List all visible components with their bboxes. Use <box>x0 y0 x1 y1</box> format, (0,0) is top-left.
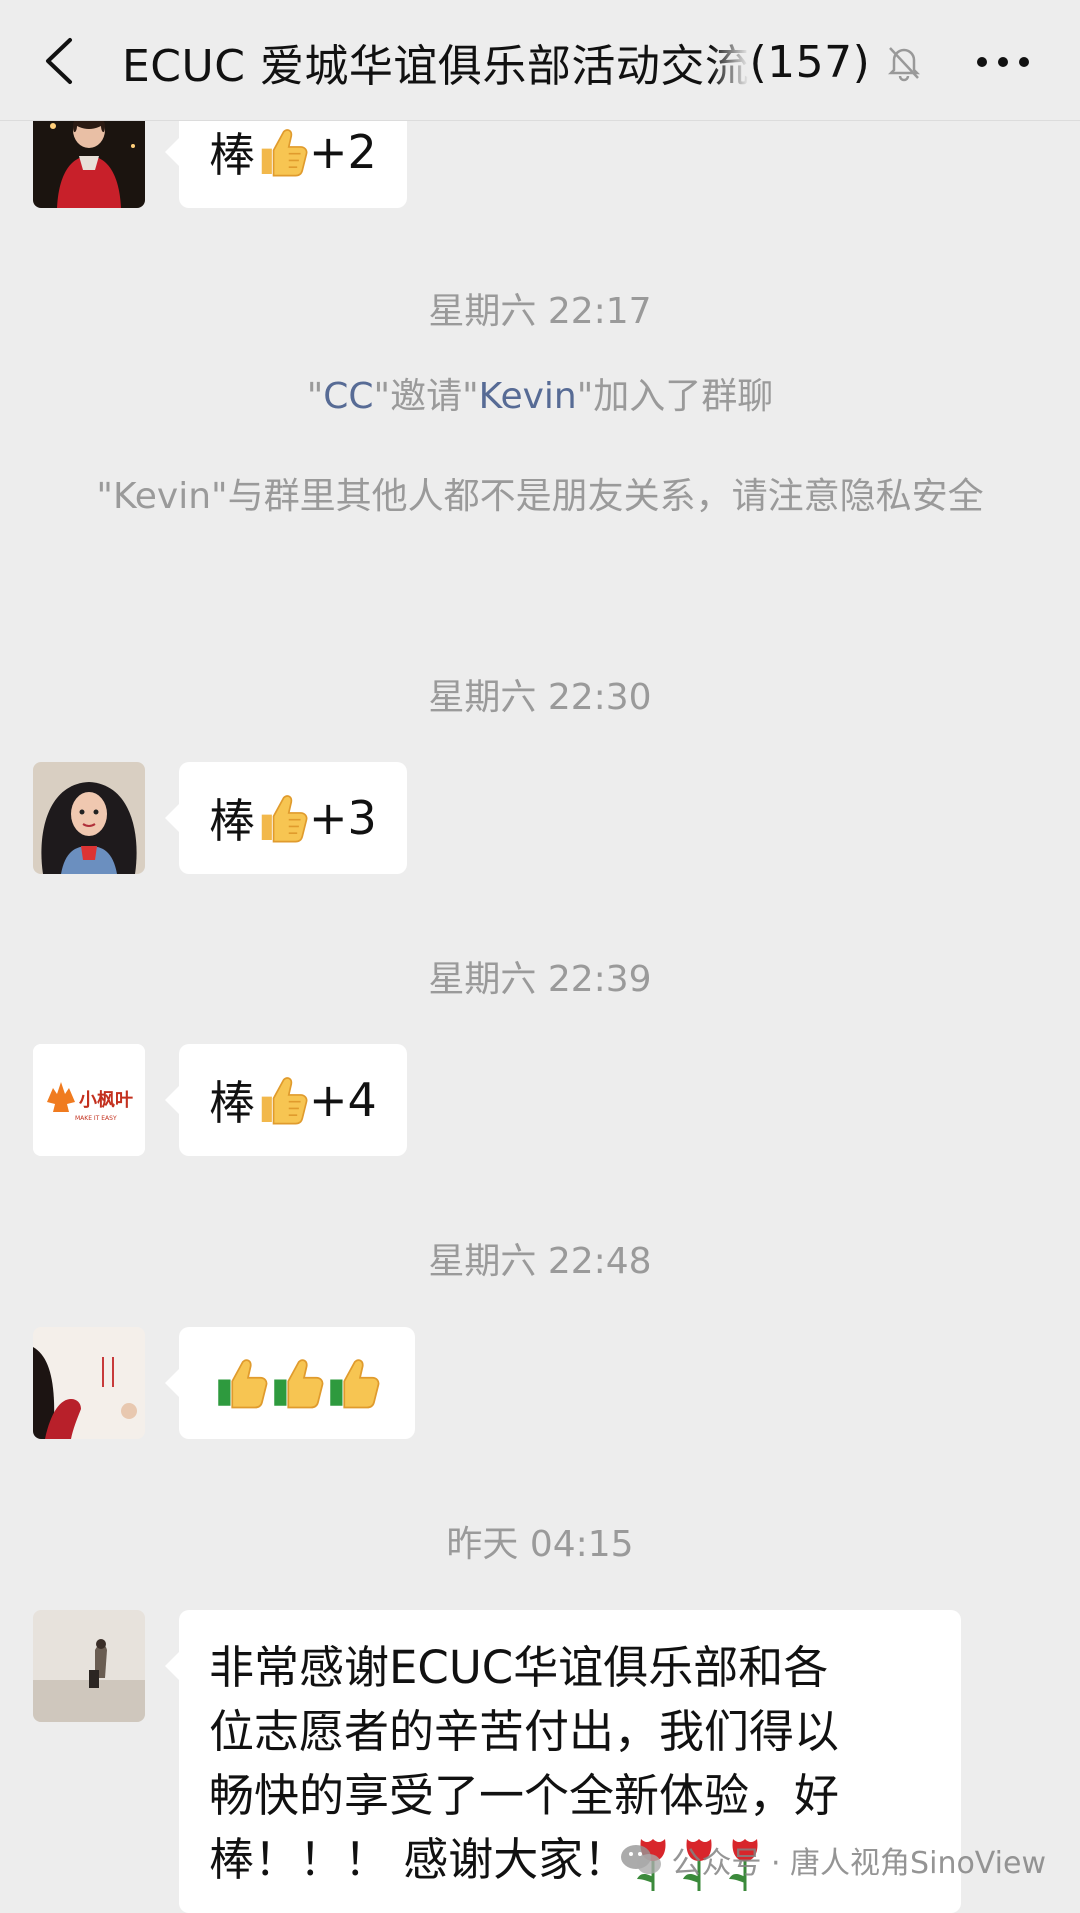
message-text: 棒 <box>209 128 255 182</box>
system-privacy-notice: "Kevin"与群里其他人都不是朋友关系，请注意隐私安全 <box>96 476 984 517</box>
watermark: 公众号 · 唐人视角SinoView <box>619 1838 1046 1882</box>
maple-leaf-logo: 小枫叶 MAKE IT EASY <box>33 1044 145 1156</box>
message-text: 棒 <box>209 1076 255 1130</box>
chat-title: ECUC 爱城华谊俱乐部活动交流 (157) <box>122 32 922 93</box>
thumbs-up-icon <box>255 125 309 179</box>
watermark-text: 公众号 · 唐人视角SinoView <box>671 1846 1046 1881</box>
thumbs-up-icon <box>330 1359 380 1409</box>
thumbs-up-icon <box>255 1073 309 1127</box>
member-count: (157) <box>749 36 871 88</box>
inviter-name[interactable]: CC <box>323 376 373 417</box>
system-invite-notice: "CC"邀请"Kevin"加入了群聊 <box>306 376 774 417</box>
message-line: 位志愿者的辛苦付出，我们得以 <box>209 1705 840 1758</box>
message-suffix: +4 <box>309 1073 377 1127</box>
timestamp: 星期六 22:17 <box>428 291 652 332</box>
message-bubble[interactable]: 棒 +3 <box>165 762 407 874</box>
logo-subtext: MAKE IT EASY <box>75 1115 117 1122</box>
group-name: ECUC 爱城华谊俱乐部活动交流 <box>122 41 750 92</box>
thumbs-up-icon <box>255 791 309 845</box>
bell-slash-icon <box>887 47 921 82</box>
message-row <box>33 1327 415 1439</box>
logo-text: 小枫叶 <box>79 1089 133 1111</box>
message-line: 棒！！！ 感谢大家！ <box>209 1833 629 1886</box>
timestamp: 昨天 04:15 <box>446 1524 634 1565</box>
avatar[interactable]: 小枫叶 MAKE IT EASY <box>33 1044 145 1156</box>
message-suffix: +3 <box>309 791 377 845</box>
message-bubble[interactable] <box>165 1327 415 1439</box>
message-row: 棒 +3 <box>33 762 407 874</box>
message-line: 非常感谢ECUC华谊俱乐部和各 <box>209 1641 829 1694</box>
message-line: 畅快的享受了一个全新体验，好 <box>209 1769 840 1822</box>
message-text: 棒 <box>209 794 255 848</box>
thumbs-up-icon <box>274 1359 324 1409</box>
timestamp: 星期六 22:48 <box>428 1241 652 1282</box>
timestamp: 星期六 22:30 <box>428 677 652 718</box>
chevron-left-icon[interactable] <box>40 36 80 86</box>
message-row: 小枫叶 MAKE IT EASY 棒 +4 <box>33 1044 407 1156</box>
invitee-name[interactable]: Kevin <box>479 376 577 417</box>
avatar[interactable] <box>33 1610 145 1722</box>
wechat-icon <box>621 1845 662 1874</box>
more-dots-icon[interactable] <box>976 56 1030 68</box>
message-bubble[interactable]: 棒 +4 <box>165 1044 407 1156</box>
thumbs-up-icon <box>218 1359 268 1409</box>
timestamp: 星期六 22:39 <box>428 959 652 1000</box>
avatar[interactable] <box>33 1327 145 1439</box>
avatar[interactable] <box>33 762 145 874</box>
chat-header: ECUC 爱城华谊俱乐部活动交流 (157) <box>0 0 1080 121</box>
message-suffix: +2 <box>309 125 377 179</box>
